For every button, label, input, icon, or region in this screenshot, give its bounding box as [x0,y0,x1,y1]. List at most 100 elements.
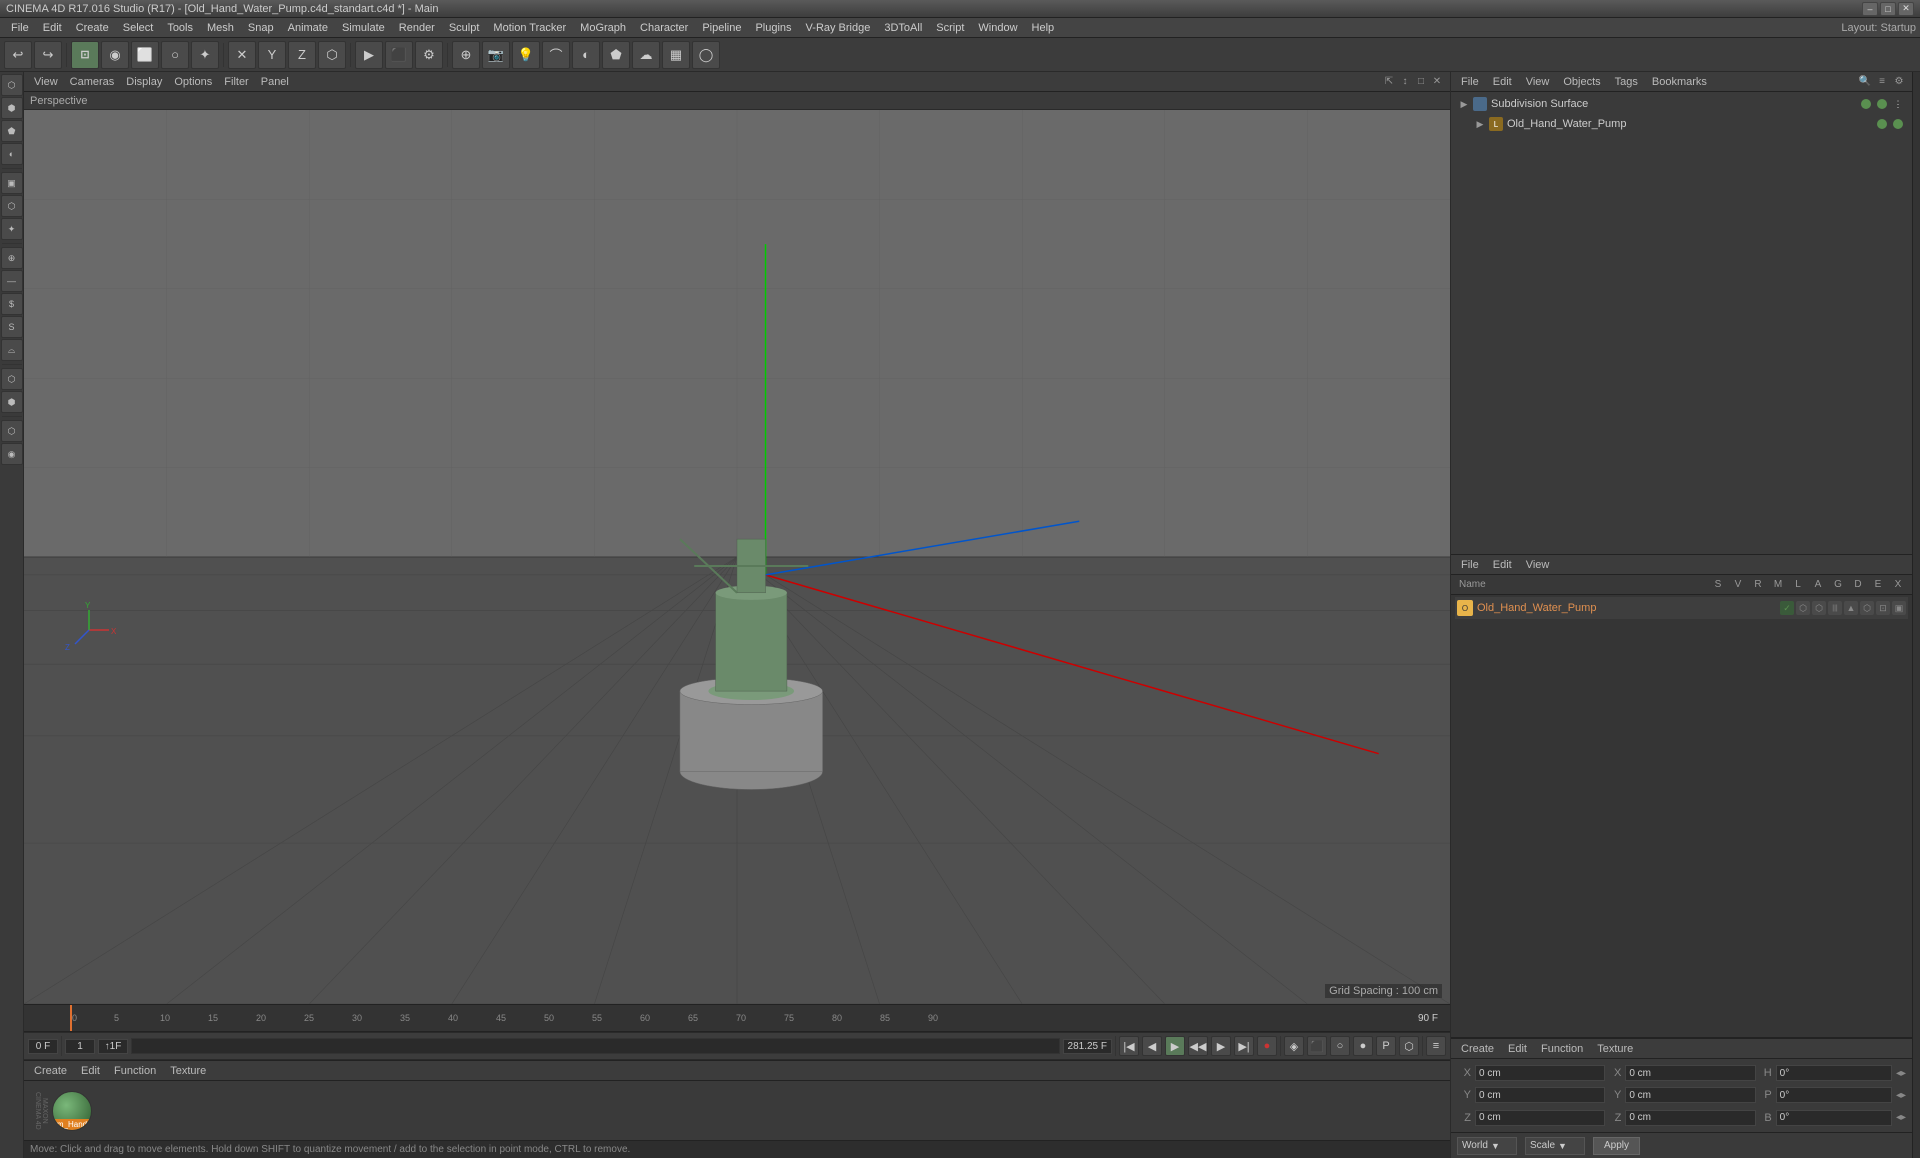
camera[interactable]: 📷 [482,41,510,69]
menu-simulate[interactable]: Simulate [335,20,392,36]
attr-file[interactable]: File [1457,558,1483,572]
loop-field[interactable]: 1 [65,1039,95,1054]
redo-button[interactable]: ↪ [34,41,62,69]
menu-window[interactable]: Window [971,20,1024,36]
menu-snap[interactable]: Snap [241,20,281,36]
scene[interactable]: ☁ [632,41,660,69]
h-input[interactable] [1776,1065,1892,1081]
tool-1[interactable]: ⊕ [1,247,23,269]
menu-3dtoall[interactable]: 3DToAll [877,20,929,36]
keyframe-btn-3[interactable]: ○ [1330,1036,1350,1056]
live-selection[interactable]: ◉ [101,41,129,69]
deform[interactable]: ⬟ [602,41,630,69]
menu-edit[interactable]: Edit [36,20,69,36]
menu-mesh[interactable]: Mesh [200,20,241,36]
render-to-po[interactable]: ⬛ [385,41,413,69]
menu-file[interactable]: File [4,20,36,36]
status-5[interactable]: ▲ [1844,601,1858,615]
circle-selection[interactable]: ○ [161,41,189,69]
play-button[interactable]: ▶ [1165,1036,1185,1056]
settings-icon[interactable]: ⚙ [1892,75,1906,89]
transform-tool[interactable]: ⬡ [318,41,346,69]
status-dot-1[interactable] [1861,99,1871,109]
record-button[interactable]: ● [1257,1036,1277,1056]
obj-bookmarks[interactable]: Bookmarks [1648,75,1711,89]
scale-tool[interactable]: Y [258,41,286,69]
vp-menu-view[interactable]: View [30,75,62,89]
apply-button[interactable]: Apply [1593,1137,1640,1155]
coords-function[interactable]: Function [1537,1042,1587,1056]
spline[interactable]: ⌒ [542,41,570,69]
timeline-btn[interactable]: ≡ [1426,1036,1446,1056]
menu-sculpt[interactable]: Sculpt [442,20,487,36]
menu-render[interactable]: Render [392,20,442,36]
status-2[interactable]: ⬡ [1796,601,1810,615]
menu-motion-tracker[interactable]: Motion Tracker [486,20,573,36]
attr-row-pump[interactable]: O Old_Hand_Water_Pump ✓ ⬡ ⬡ ||| ▲ ⬡ ⊡ ▣ [1455,597,1908,619]
vp-menu-display[interactable]: Display [122,75,166,89]
tool-6[interactable]: ⬡ [1,368,23,390]
prev-frame-button[interactable]: ◀ [1142,1036,1162,1056]
vp-menu-panel[interactable]: Panel [257,75,293,89]
menu-create[interactable]: Create [69,20,116,36]
sy-input[interactable] [1625,1087,1755,1103]
filter-icon[interactable]: ≡ [1875,75,1889,89]
tool-4[interactable]: S [1,316,23,338]
keyframe-btn-6[interactable]: ⬡ [1399,1036,1419,1056]
y-input[interactable] [1475,1087,1605,1103]
floor[interactable]: ▦ [662,41,690,69]
p-input[interactable] [1776,1087,1892,1103]
close-button[interactable]: ✕ [1898,2,1914,16]
tool-2[interactable]: — [1,270,23,292]
render-settings[interactable]: ⚙ [415,41,443,69]
3d-viewport[interactable]: X Y Z Grid Spacing : 100 cm [24,110,1450,1004]
tool-9[interactable]: ◉ [1,443,23,465]
expand-icon-2[interactable]: ▶ [1475,119,1485,129]
edges-mode[interactable]: ⬢ [1,97,23,119]
menu-animate[interactable]: Animate [281,20,335,36]
rect-selection[interactable]: ⬜ [131,41,159,69]
h-spin[interactable]: ◂▸ [1896,1068,1906,1079]
world-dropdown[interactable]: World ▼ [1457,1137,1517,1155]
tool-3[interactable]: $ [1,293,23,315]
menu-character[interactable]: Character [633,20,695,36]
model-mode[interactable]: ▣ [1,172,23,194]
water-pump-row[interactable]: ▶ L Old_Hand_Water_Pump [1455,114,1908,134]
tool-8[interactable]: ⬡ [1,420,23,442]
attr-edit[interactable]: Edit [1489,558,1516,572]
keyframe-btn-5[interactable]: P [1376,1036,1396,1056]
tool-7[interactable]: ⬢ [1,391,23,413]
tag-icon[interactable]: ⋮ [1892,98,1904,110]
frame-offset[interactable]: ↑1F [98,1039,128,1054]
keyframe-btn-4[interactable]: ● [1353,1036,1373,1056]
obj-view[interactable]: View [1522,75,1554,89]
obj-file[interactable]: File [1457,75,1483,89]
vp-menu-cameras[interactable]: Cameras [66,75,119,89]
rotate-tool[interactable]: Z [288,41,316,69]
uv-mode[interactable]: ◐ [1,143,23,165]
minimize-button[interactable]: – [1862,2,1878,16]
status-1[interactable]: ✓ [1780,601,1794,615]
status-7[interactable]: ⊡ [1876,601,1890,615]
status-3[interactable]: ⬡ [1812,601,1826,615]
status-6[interactable]: ⬡ [1860,601,1874,615]
menu-vray[interactable]: V-Ray Bridge [799,20,878,36]
b-spin[interactable]: ◂▸ [1896,1112,1906,1123]
vp-menu-options[interactable]: Options [170,75,216,89]
mat-texture[interactable]: Texture [166,1064,210,1078]
attr-view[interactable]: View [1522,558,1554,572]
vp-icon-1[interactable]: ⇱ [1382,75,1396,89]
timeline-track[interactable] [131,1038,1060,1054]
mat-create[interactable]: Create [30,1064,71,1078]
sz-input[interactable] [1625,1110,1755,1126]
pump-dot-2[interactable] [1893,119,1903,129]
selection-tool[interactable]: ⊡ [71,41,99,69]
add-object[interactable]: ⊕ [452,41,480,69]
go-to-start-button[interactable]: |◀ [1119,1036,1139,1056]
go-to-end-button[interactable]: ▶| [1234,1036,1254,1056]
render-preview[interactable]: ▶ [355,41,383,69]
light[interactable]: 💡 [512,41,540,69]
coords-texture[interactable]: Texture [1593,1042,1637,1056]
coords-create[interactable]: Create [1457,1042,1498,1056]
menu-select[interactable]: Select [116,20,161,36]
